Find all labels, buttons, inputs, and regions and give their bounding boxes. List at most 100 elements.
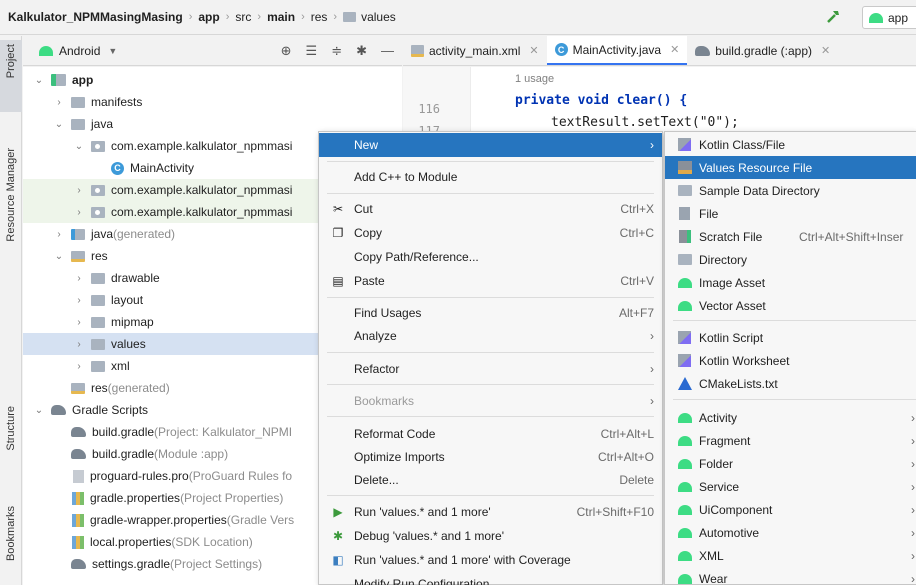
menu-separator (327, 297, 654, 298)
bookmarks-tool-button[interactable]: Bookmarks (0, 506, 22, 584)
submenu-item-uicomponent[interactable]: UiComponent › (665, 498, 916, 521)
android-icon (869, 12, 883, 23)
menu-item-optimize-imports[interactable]: Optimize Imports Ctrl+Alt+O (319, 445, 662, 469)
submenu-item-values-resource-file[interactable]: Values Resource File (665, 156, 916, 179)
submenu-item-fragment[interactable]: Fragment › (665, 429, 916, 452)
submenu-item-sample-data[interactable]: Sample Data Directory (665, 179, 916, 202)
submenu-item-image-asset[interactable]: Image Asset (665, 271, 916, 294)
submenu-item-xml[interactable]: XML › (665, 544, 916, 567)
submenu-item-kotlin-worksheet[interactable]: Kotlin Worksheet (665, 349, 916, 372)
breadcrumb-app[interactable]: app (198, 10, 219, 24)
gradle-icon (71, 427, 86, 437)
menu-item-bookmarks[interactable]: Bookmarks › (319, 389, 662, 413)
chevron-down-icon[interactable]: ⌄ (33, 75, 45, 86)
tab-mainactivity[interactable]: C MainActivity.java ✕ (546, 36, 688, 65)
chevron-right-icon[interactable]: › (53, 229, 65, 240)
chevron-right-icon[interactable]: › (73, 273, 85, 284)
menu-item-label: Run 'values.* and 1 more' (354, 505, 491, 519)
menu-separator (327, 416, 654, 417)
submenu-item-service[interactable]: Service › (665, 475, 916, 498)
structure-tab-label: Structure (5, 406, 17, 451)
chevron-right-icon[interactable]: › (73, 317, 85, 328)
chevron-down-icon[interactable]: ⌄ (53, 119, 65, 130)
breadcrumb-main[interactable]: main (267, 10, 295, 24)
close-icon[interactable]: ✕ (529, 44, 538, 57)
chevron-down-icon[interactable]: ⌄ (33, 405, 45, 416)
menu-item-analyze[interactable]: Analyze › (319, 324, 662, 348)
chevron-down-icon[interactable]: ⌄ (73, 141, 85, 152)
menu-item-run[interactable]: ▶ Run 'values.* and 1 more' Ctrl+Shift+F… (319, 500, 662, 524)
menu-item-label: Cut (354, 202, 373, 216)
menu-item-add-cpp[interactable]: Add C++ to Module (319, 165, 662, 189)
submenu-item-scratch-file[interactable]: Scratch File Ctrl+Alt+Shift+Inser (665, 225, 916, 248)
submenu-item-directory[interactable]: Directory (665, 248, 916, 271)
editor-tabs: activity_main.xml ✕ C MainActivity.java … (403, 36, 916, 66)
menu-item-copy-path[interactable]: Copy Path/Reference... (319, 245, 662, 269)
project-tool-button[interactable]: Project (0, 40, 22, 112)
submenu-item-folder[interactable]: Folder › (665, 452, 916, 475)
tree-item-label: java (91, 227, 114, 241)
chevron-right-icon[interactable]: › (73, 339, 85, 350)
chevron-right-icon[interactable]: › (73, 185, 85, 196)
menu-item-paste[interactable]: ▤ Paste Ctrl+V (319, 269, 662, 293)
close-icon[interactable]: ✕ (670, 43, 679, 56)
menu-item-shortcut: Ctrl+V (620, 274, 654, 288)
structure-tool-button[interactable]: Structure (0, 406, 22, 476)
submenu-item-file[interactable]: File (665, 202, 916, 225)
menu-item-delete[interactable]: Delete... Delete (319, 468, 662, 492)
gear-icon[interactable]: ✱ (356, 43, 367, 59)
breadcrumb-values[interactable]: values (361, 10, 396, 24)
menu-item-run-coverage[interactable]: ◧ Run 'values.* and 1 more' with Coverag… (319, 548, 662, 572)
menu-item-cut[interactable]: ✂ Cut Ctrl+X (319, 197, 662, 221)
submenu-item-activity[interactable]: Activity › (665, 406, 916, 429)
expand-all-icon[interactable]: ☰ (306, 43, 318, 59)
android-icon (677, 411, 692, 424)
collapse-all-icon[interactable]: ≑ (331, 43, 342, 59)
submenu-item-label: File (699, 206, 719, 221)
minimize-icon[interactable]: — (381, 43, 394, 59)
menu-item-find-usages[interactable]: Find Usages Alt+F7 (319, 301, 662, 325)
chevron-down-icon[interactable]: ▼ (108, 46, 117, 56)
submenu-item-vector-asset[interactable]: Vector Asset (665, 294, 916, 317)
project-panel-header: Android ▼ ⊕ ☰ ≑ ✱ — (23, 36, 402, 66)
usage-hint[interactable]: 1 usage (515, 73, 554, 85)
tree-item-label: MainActivity (130, 161, 195, 175)
menu-item-refactor[interactable]: Refactor › (319, 357, 662, 381)
menu-item-new[interactable]: New › (319, 133, 662, 157)
breadcrumb-src[interactable]: src (235, 10, 251, 24)
submenu-item-label: Vector Asset (699, 298, 766, 313)
tab-activity-main[interactable]: activity_main.xml ✕ (403, 36, 547, 65)
submenu-item-wear[interactable]: Wear › (665, 567, 916, 584)
module-icon (51, 74, 66, 86)
locate-icon[interactable]: ⊕ (281, 43, 292, 59)
chevron-right-icon[interactable]: › (73, 361, 85, 372)
menu-item-copy[interactable]: ❐ Copy Ctrl+C (319, 221, 662, 245)
submenu-item-cmakelists[interactable]: CMakeLists.txt (665, 372, 916, 395)
submenu-item-kotlin-script[interactable]: Kotlin Script (665, 326, 916, 349)
hammer-icon[interactable] (825, 9, 841, 25)
menu-separator (673, 320, 916, 321)
chevron-down-icon[interactable]: ⌄ (53, 251, 65, 262)
breadcrumb-res[interactable]: res (311, 10, 328, 24)
resource-manager-tool-button[interactable]: Resource Manager (0, 148, 22, 258)
tab-label: activity_main.xml (429, 43, 521, 58)
close-icon[interactable]: ✕ (821, 44, 830, 57)
tree-item-app[interactable]: ⌄ app (23, 69, 402, 91)
submenu-item-automotive[interactable]: Automotive › (665, 521, 916, 544)
tab-build-gradle[interactable]: build.gradle (:app) ✕ (687, 36, 838, 65)
menu-item-modify-run-config[interactable]: Modify Run Configuration... (319, 572, 662, 585)
menu-item-reformat-code[interactable]: Reformat Code Ctrl+Alt+L (319, 422, 662, 446)
chevron-right-icon[interactable]: › (73, 207, 85, 218)
menu-item-debug[interactable]: ✱ Debug 'values.* and 1 more' (319, 524, 662, 548)
project-view-selector[interactable]: Android (59, 44, 100, 58)
run-configuration-selector[interactable]: app (862, 6, 916, 29)
tree-item-manifests[interactable]: › manifests (23, 91, 402, 113)
menu-item-label: Find Usages (354, 306, 422, 320)
chevron-right-icon: › (911, 525, 915, 540)
android-icon (677, 526, 692, 539)
chevron-right-icon[interactable]: › (73, 295, 85, 306)
submenu-item-kotlin-class[interactable]: Kotlin Class/File (665, 133, 916, 156)
breadcrumb-project[interactable]: Kalkulator_NPMMasingMasing (8, 10, 183, 24)
new-submenu: Kotlin Class/File Values Resource File S… (664, 131, 916, 585)
chevron-right-icon[interactable]: › (53, 97, 65, 108)
